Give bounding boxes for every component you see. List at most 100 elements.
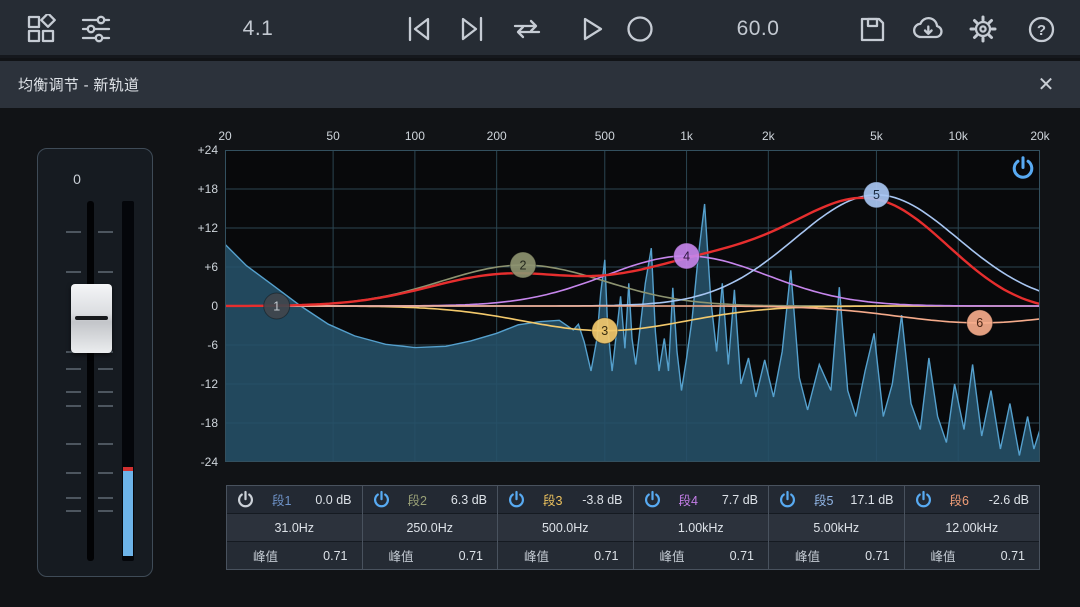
help-icon[interactable]: ? bbox=[1022, 0, 1060, 58]
dialog-titlebar: 均衡调节 - 新轨道 ✕ bbox=[0, 61, 1080, 108]
fader-tick bbox=[66, 368, 81, 370]
db-tick-label: +24 bbox=[176, 143, 218, 157]
fader-tick bbox=[98, 368, 113, 370]
svg-text:6: 6 bbox=[976, 316, 983, 330]
db-tick-label: 0 bbox=[176, 299, 218, 313]
svg-text:5: 5 bbox=[873, 188, 880, 202]
freq-tick-label: 50 bbox=[326, 129, 339, 143]
fader-tick bbox=[66, 443, 81, 445]
dialog-title: 均衡调节 - 新轨道 bbox=[0, 74, 139, 95]
band-4-gain-value[interactable]: 7.7 dB bbox=[722, 493, 758, 507]
level-meter-fill bbox=[123, 471, 133, 556]
band-2-handle[interactable]: 2 bbox=[510, 252, 536, 278]
cloud-download-icon[interactable] bbox=[908, 0, 948, 58]
band-4-power-button[interactable] bbox=[643, 490, 662, 509]
save-icon[interactable] bbox=[854, 0, 890, 58]
fader-tick bbox=[66, 231, 81, 233]
band-6-q-label: 峰值 bbox=[931, 546, 956, 565]
position-readout[interactable]: 4.1 bbox=[228, 0, 288, 58]
freq-tick-label: 100 bbox=[405, 129, 425, 143]
skip-to-end-icon[interactable] bbox=[454, 0, 490, 58]
fader-tick bbox=[66, 472, 81, 474]
mixer-tune-icon[interactable] bbox=[76, 0, 116, 58]
svg-text:1: 1 bbox=[273, 299, 280, 313]
play-icon[interactable] bbox=[573, 0, 609, 58]
band-panel-2: 段26.3 dB250.0Hz峰值0.71 bbox=[363, 486, 499, 569]
close-icon[interactable]: ✕ bbox=[1026, 61, 1066, 108]
band-5-handle[interactable]: 5 bbox=[863, 182, 889, 208]
db-tick-label: -18 bbox=[176, 416, 218, 430]
band-3-frequency-value[interactable]: 500.0Hz bbox=[498, 513, 633, 542]
band-6-label: 段6 bbox=[950, 490, 969, 509]
band-1-frequency-value[interactable]: 31.0Hz bbox=[227, 513, 362, 542]
band-4-frequency-value[interactable]: 1.00kHz bbox=[634, 513, 769, 542]
band-1-q-label: 峰值 bbox=[253, 546, 278, 565]
fader-tick bbox=[98, 271, 113, 273]
fader-tick bbox=[66, 405, 81, 407]
svg-text:?: ? bbox=[1036, 22, 1045, 39]
db-tick-label: -6 bbox=[176, 338, 218, 352]
db-tick-label: +12 bbox=[176, 221, 218, 235]
band-1-gain-value[interactable]: 0.0 dB bbox=[315, 493, 351, 507]
fader-handle[interactable] bbox=[71, 284, 112, 353]
freq-tick-label: 5k bbox=[870, 129, 883, 143]
band-6-q-value[interactable]: 0.71 bbox=[1001, 549, 1025, 563]
freq-tick-label: 200 bbox=[487, 129, 507, 143]
band-2-q-value[interactable]: 0.71 bbox=[459, 549, 483, 563]
svg-text:2: 2 bbox=[520, 258, 527, 272]
fader-tick bbox=[66, 271, 81, 273]
settings-gear-icon[interactable] bbox=[964, 0, 1002, 58]
band-5-frequency-value[interactable]: 5.00kHz bbox=[769, 513, 904, 542]
fader-tick bbox=[98, 231, 113, 233]
band-6-frequency-value[interactable]: 12.00kHz bbox=[905, 513, 1040, 542]
level-meter-peak bbox=[123, 467, 133, 471]
freq-tick-label: 20k bbox=[1030, 129, 1049, 143]
band-1-handle[interactable]: 1 bbox=[264, 293, 290, 319]
band-2-gain-value[interactable]: 6.3 dB bbox=[451, 493, 487, 507]
band-6-gain-value[interactable]: -2.6 dB bbox=[989, 493, 1029, 507]
eq-spectrum-plot[interactable]: 1 2 3 4 5 6 bbox=[225, 150, 1040, 462]
band-6-curve bbox=[225, 306, 1040, 323]
freq-tick-label: 500 bbox=[595, 129, 615, 143]
fader-tick bbox=[98, 497, 113, 499]
fader-tick bbox=[98, 443, 113, 445]
eq-dialog-window: 4.1 60.0 bbox=[0, 0, 1080, 607]
band-6-power-button[interactable] bbox=[914, 490, 933, 509]
freq-tick-label: 1k bbox=[680, 129, 693, 143]
band-1-q-value[interactable]: 0.71 bbox=[323, 549, 347, 563]
tempo-readout[interactable]: 60.0 bbox=[728, 0, 788, 58]
band-5-q-label: 峰值 bbox=[795, 546, 820, 565]
fader-tick bbox=[66, 510, 81, 512]
band-2-q-label: 峰值 bbox=[389, 546, 414, 565]
channel-fader-panel: 0 bbox=[37, 148, 153, 577]
band-5-label: 段5 bbox=[814, 490, 833, 509]
main-toolbar: 4.1 60.0 bbox=[0, 0, 1080, 58]
record-icon[interactable] bbox=[621, 0, 659, 58]
repeat-loop-icon[interactable] bbox=[506, 0, 548, 58]
fader-track[interactable] bbox=[87, 201, 94, 561]
band-3-q-value[interactable]: 0.71 bbox=[594, 549, 618, 563]
band-5-power-button[interactable] bbox=[778, 490, 797, 509]
db-tick-label: -12 bbox=[176, 377, 218, 391]
db-tick-label: +6 bbox=[176, 260, 218, 274]
fader-tick bbox=[98, 472, 113, 474]
skip-to-start-icon[interactable] bbox=[401, 0, 437, 58]
band-2-power-button[interactable] bbox=[372, 490, 391, 509]
band-panel-5: 段5 17.1 dB 5.00kHz 峰值 0.71 bbox=[769, 486, 905, 569]
band-4-label: 段4 bbox=[679, 490, 698, 509]
band-5-gain-value[interactable]: 17.1 dB bbox=[850, 493, 893, 507]
band-2-frequency-value[interactable]: 250.0Hz bbox=[363, 513, 498, 542]
band-parameter-panels: 段10.0 dB31.0Hz峰值0.71段26.3 dB250.0Hz峰值0.7… bbox=[226, 485, 1040, 570]
eq-power-button[interactable] bbox=[1007, 153, 1039, 183]
band-3-power-button[interactable] bbox=[507, 490, 526, 509]
band-3-gain-value[interactable]: -3.8 dB bbox=[582, 493, 622, 507]
band-3-handle[interactable]: 3 bbox=[592, 318, 618, 344]
band-4-handle[interactable]: 4 bbox=[674, 243, 700, 269]
svg-text:3: 3 bbox=[601, 324, 608, 338]
fader-tick bbox=[98, 510, 113, 512]
band-6-handle[interactable]: 6 bbox=[967, 310, 993, 336]
dashboard-icon[interactable] bbox=[22, 0, 60, 58]
band-4-q-value[interactable]: 0.71 bbox=[730, 549, 754, 563]
band-1-power-button[interactable] bbox=[236, 490, 255, 509]
band-5-q-value[interactable]: 0.71 bbox=[865, 549, 889, 563]
